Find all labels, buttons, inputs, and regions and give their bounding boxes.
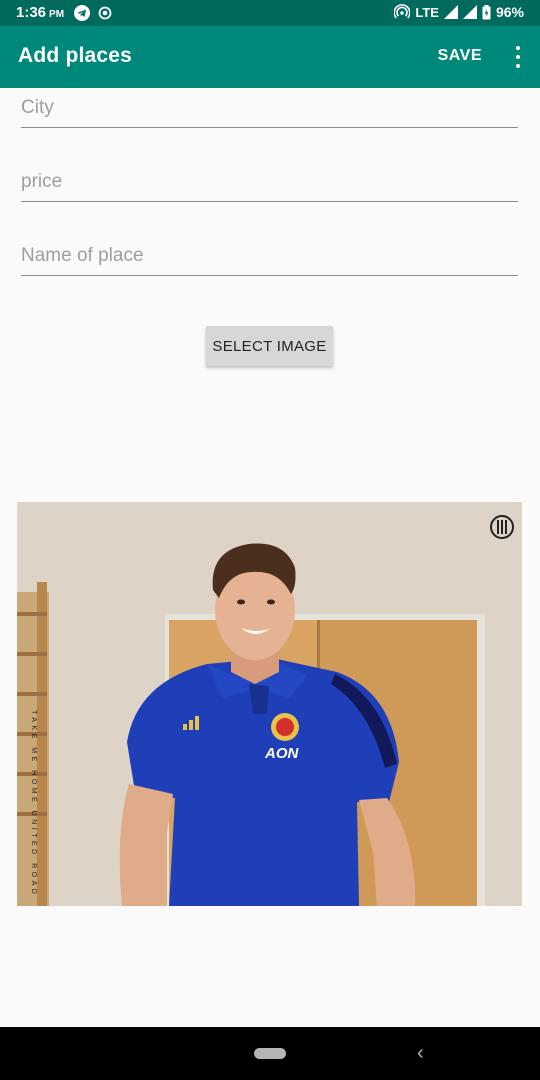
system-nav-bar: ‹ (0, 1027, 540, 1080)
select-image-button[interactable]: SELECT IMAGE (206, 326, 333, 366)
more-vert-icon[interactable] (514, 46, 522, 68)
home-pill-icon[interactable] (254, 1048, 286, 1059)
record-icon (98, 6, 112, 20)
status-bar: 1:36 PM LTE 96% (0, 0, 540, 26)
signal-icon-2 (462, 5, 477, 19)
status-time: 1:36 PM (16, 4, 64, 21)
vertical-caption: TAKE ME HOME UNITED ROAD (30, 710, 37, 897)
network-type: LTE (415, 4, 439, 20)
telegram-icon (74, 5, 90, 21)
save-button[interactable]: SAVE (438, 47, 482, 65)
photo-image: AON TAKE ME HOME UNITED ROAD (17, 502, 522, 906)
battery-percent: 96% (495, 4, 524, 20)
place-name-input[interactable] (21, 240, 518, 276)
shirt-sponsor-text: AON (264, 745, 300, 762)
status-system-icons: LTE 96% (394, 4, 524, 20)
status-notification-icons (74, 5, 112, 21)
selected-image: AON TAKE ME HOME UNITED ROAD (17, 502, 522, 906)
status-ampm: PM (49, 9, 65, 20)
app-bar: Add places SAVE (0, 26, 540, 88)
city-input[interactable] (21, 92, 518, 128)
battery-icon (482, 4, 491, 19)
page-title: Add places (18, 44, 133, 67)
back-icon[interactable]: ‹ (417, 1042, 424, 1065)
status-time-value: 1:36 (16, 4, 47, 21)
price-input[interactable] (21, 166, 518, 202)
hotspot-icon (394, 4, 411, 19)
signal-icon (443, 5, 458, 19)
